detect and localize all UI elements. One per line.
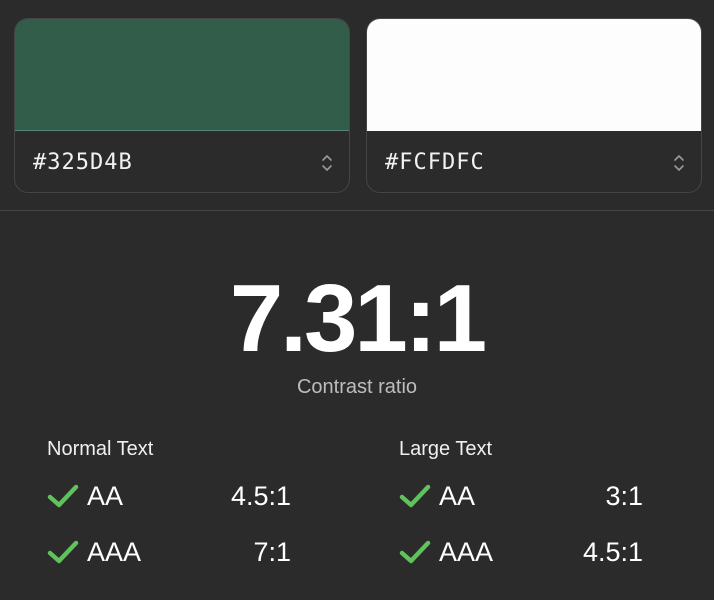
chevron-up-down-icon[interactable] bbox=[321, 153, 333, 173]
normal-text-aaa-row: AAA 7:1 bbox=[47, 524, 297, 580]
background-color-preview[interactable] bbox=[367, 19, 701, 131]
level-label: AAA bbox=[439, 536, 494, 567]
checkmark-icon bbox=[399, 484, 431, 508]
level-label: AA bbox=[439, 480, 476, 511]
foreground-color-footer: #325D4B bbox=[15, 131, 349, 192]
normal-text-aa-row: AA 4.5:1 bbox=[47, 468, 297, 524]
section-divider bbox=[0, 210, 714, 211]
checkmark-icon bbox=[47, 540, 79, 564]
large-text-aaa-row: AAA 4.5:1 bbox=[399, 524, 649, 580]
large-text-results: Large Text AA 3:1 AAA 4.5:1 bbox=[399, 438, 649, 580]
contrast-ratio-value: 7.31:1 bbox=[229, 265, 487, 372]
threshold-value: 7:1 bbox=[253, 536, 291, 567]
foreground-hex-value[interactable]: #325D4B bbox=[33, 150, 133, 175]
color-swatches: #325D4B #FCFDFC bbox=[0, 0, 714, 211]
background-color-card: #FCFDFC bbox=[366, 18, 702, 193]
level-label: AA bbox=[87, 480, 124, 511]
threshold-value: 4.5:1 bbox=[230, 480, 291, 511]
background-color-footer: #FCFDFC bbox=[367, 131, 701, 192]
contrast-ratio-caption: Contrast ratio bbox=[296, 376, 418, 398]
large-text-aa-row: AA 3:1 bbox=[399, 468, 649, 524]
foreground-color-preview[interactable] bbox=[15, 19, 349, 131]
normal-text-title: Normal Text bbox=[47, 438, 154, 460]
checkmark-icon bbox=[47, 484, 79, 508]
threshold-value: 4.5:1 bbox=[582, 536, 643, 567]
normal-text-results: Normal Text AA 4.5:1 AAA 7:1 bbox=[47, 438, 297, 580]
background-hex-value[interactable]: #FCFDFC bbox=[385, 150, 485, 175]
level-label: AAA bbox=[87, 536, 142, 567]
foreground-color-card: #325D4B bbox=[14, 18, 350, 193]
checkmark-icon bbox=[399, 540, 431, 564]
large-text-title: Large Text bbox=[399, 438, 493, 460]
chevron-up-down-icon[interactable] bbox=[673, 153, 685, 173]
threshold-value: 3:1 bbox=[605, 480, 643, 511]
